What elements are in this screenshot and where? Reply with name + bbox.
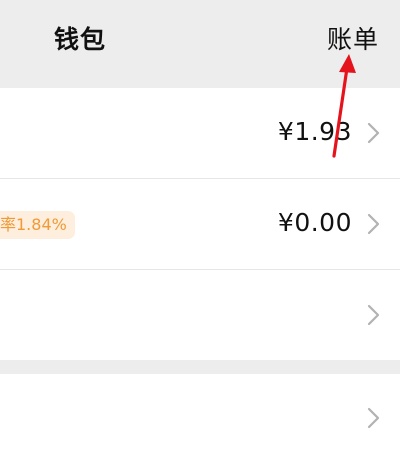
savings-amount: ¥0.00 xyxy=(277,208,352,237)
wallet-row-third[interactable] xyxy=(0,270,400,360)
bill-button[interactable]: 账单 xyxy=(327,20,379,56)
header-bar: 钱包 账单 xyxy=(0,0,400,88)
wallet-row-balance[interactable]: ¥1.93 xyxy=(0,88,400,178)
wallet-page: 钱包 账单 ¥1.93 率1.84% ¥0.00 xyxy=(0,0,400,452)
chevron-right-icon xyxy=(367,304,380,326)
chevron-right-icon xyxy=(367,122,380,144)
wallet-row-savings[interactable]: 率1.84% ¥0.00 xyxy=(0,179,400,269)
wallet-list-card: ¥1.93 率1.84% ¥0.00 xyxy=(0,88,400,360)
wallet-row-fourth[interactable] xyxy=(0,374,400,452)
chevron-right-icon xyxy=(367,213,380,235)
page-title: 钱包 xyxy=(54,25,107,54)
rate-badge: 率1.84% xyxy=(0,211,75,239)
wallet-list-card-2 xyxy=(0,374,400,452)
balance-amount: ¥1.93 xyxy=(277,117,352,146)
chevron-right-icon xyxy=(367,407,380,429)
